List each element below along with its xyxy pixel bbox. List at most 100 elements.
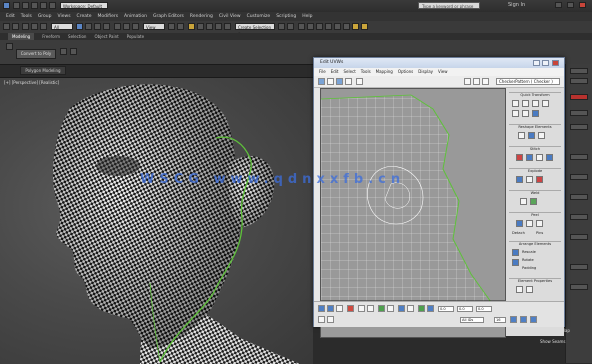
all-ids-dropdown[interactable]: All IDs — [460, 317, 484, 323]
named-selection-dropdown[interactable]: Create Selection Se — [235, 23, 275, 37]
zoom-icon[interactable] — [510, 316, 517, 323]
menu-item-edit[interactable]: Edit — [6, 12, 15, 21]
edit-named-selection-icon[interactable] — [224, 23, 231, 30]
menu-item-animation[interactable]: Animation — [124, 12, 147, 21]
uvw-menu-item-tools[interactable]: Tools — [361, 68, 371, 76]
move-icon[interactable] — [318, 78, 325, 85]
curve-editor-icon[interactable] — [316, 23, 323, 30]
angle-snap-icon[interactable] — [197, 23, 204, 30]
polygon-modeling-panel-label[interactable]: Polygon Modeling — [20, 66, 66, 75]
lock-selection-icon[interactable] — [418, 305, 425, 312]
scale-icon[interactable] — [132, 23, 139, 30]
uvw-minimize-button[interactable] — [533, 60, 540, 66]
panel-button[interactable] — [570, 234, 588, 240]
uvw-menu-item-display[interactable]: Display — [418, 68, 433, 76]
convert-to-poly-button[interactable]: Convert to Poly — [16, 49, 56, 59]
rescale-option[interactable]: Rescale — [522, 250, 536, 254]
peel-icon[interactable] — [526, 220, 533, 227]
pins-option[interactable]: Pins — [536, 231, 543, 235]
menu-item-views[interactable]: Views — [58, 12, 71, 21]
ribbon-tab-populate[interactable]: Populate — [127, 33, 144, 40]
link-icon[interactable] — [22, 23, 29, 30]
ribbon-tab-object-paint[interactable]: Object Paint — [94, 33, 118, 40]
uvw-menu-item-mapping[interactable]: Mapping — [376, 68, 393, 76]
search-input[interactable]: Type a keyword or phrase — [418, 2, 480, 9]
uvw-menu-item-select[interactable]: Select — [343, 68, 355, 76]
panel-button[interactable] — [570, 284, 588, 290]
menu-item-civil-view[interactable]: Civil View — [219, 12, 241, 21]
explode-icon[interactable] — [536, 176, 543, 183]
menu-item-customize[interactable]: Customize — [247, 12, 271, 21]
grow-icon[interactable] — [358, 305, 365, 312]
selection-filter-dropdown[interactable]: All — [51, 23, 73, 30]
weld-icon[interactable] — [520, 198, 527, 205]
align-icon[interactable] — [532, 100, 539, 107]
uvw-menu-item-view[interactable]: View — [438, 68, 448, 76]
ring-icon[interactable] — [387, 305, 394, 312]
unlink-icon[interactable] — [31, 23, 38, 30]
undo-icon[interactable] — [40, 2, 47, 9]
undo-icon[interactable] — [3, 23, 10, 30]
texture-map-dropdown[interactable]: CheckerPattern ( Checker ) — [496, 78, 560, 85]
minimize-button[interactable] — [555, 2, 562, 8]
app-logo-icon[interactable] — [3, 2, 10, 9]
ribbon-tool-icon[interactable] — [70, 48, 77, 55]
menu-item-graph-editors[interactable]: Graph Editors — [153, 12, 184, 21]
selection-filter-icon[interactable] — [318, 316, 325, 323]
percent-snap-icon[interactable] — [206, 23, 213, 30]
weld-icon[interactable] — [530, 198, 537, 205]
padding-option[interactable]: Padding — [522, 266, 536, 270]
explode-icon[interactable] — [516, 176, 523, 183]
reshape-elements-header[interactable]: Reshape Elements — [509, 124, 561, 130]
menu-item-rendering[interactable]: Rendering — [190, 12, 213, 21]
pin-icon[interactable] — [536, 220, 543, 227]
move-icon[interactable] — [114, 23, 121, 30]
snap-toggle-icon[interactable] — [188, 23, 195, 30]
reference-coordinate-dropdown[interactable]: View — [143, 23, 165, 30]
graphite-toggle-icon[interactable] — [307, 23, 314, 30]
peel-icon[interactable] — [516, 220, 523, 227]
spinner-snap-icon[interactable] — [215, 23, 222, 30]
material-editor-icon[interactable] — [334, 23, 341, 30]
pivot-icon[interactable] — [168, 23, 175, 30]
stitch-header[interactable]: Stitch — [509, 146, 561, 152]
layer-explorer-icon[interactable] — [298, 23, 305, 30]
align-icon[interactable] — [512, 100, 519, 107]
zoom-region-icon[interactable] — [520, 316, 527, 323]
select-element-icon[interactable] — [347, 305, 354, 312]
relax-settings-icon[interactable] — [538, 132, 545, 139]
create-tab[interactable] — [570, 68, 588, 74]
select-by-name-icon[interactable] — [85, 23, 92, 30]
space-icon[interactable] — [532, 110, 539, 117]
panel-button[interactable] — [570, 174, 588, 180]
element-properties-header[interactable]: Element Properties — [509, 278, 561, 284]
face-mode-icon[interactable] — [336, 305, 343, 312]
uvw-menu-item-edit[interactable]: Edit — [331, 68, 339, 76]
w-coordinate-field[interactable]: 0.0 — [476, 306, 492, 312]
polygon-modeling-icon[interactable] — [6, 43, 13, 50]
panel-button[interactable] — [570, 124, 588, 130]
vertex-mode-icon[interactable] — [318, 305, 325, 312]
render-production-icon[interactable] — [361, 23, 368, 30]
uvw-menu-item-options[interactable]: Options — [398, 68, 413, 76]
menu-item-create[interactable]: Create — [77, 12, 92, 21]
ribbon-tool-icon[interactable] — [60, 48, 67, 55]
weld-header[interactable]: Weld — [509, 190, 561, 196]
pan-icon[interactable] — [427, 305, 434, 312]
scale-icon[interactable] — [336, 78, 343, 85]
zoom-extents-icon[interactable] — [530, 316, 537, 323]
rotate-option[interactable]: Rotate — [522, 258, 534, 262]
rotate-icon[interactable] — [123, 23, 130, 30]
u-coordinate-field[interactable]: 0.0 — [438, 306, 454, 312]
arrange-elements-header[interactable]: Arrange Elements — [509, 241, 561, 247]
workspace-dropdown[interactable]: Workspace: Default — [60, 2, 108, 9]
peel-header[interactable]: Peel — [509, 212, 561, 218]
redo-icon[interactable] — [49, 2, 56, 9]
panel-button[interactable] — [570, 264, 588, 270]
new-file-icon[interactable] — [13, 2, 20, 9]
freeform-icon[interactable] — [345, 78, 352, 85]
ribbon-tab-freeform[interactable]: Freeform — [42, 33, 60, 40]
zoom-field[interactable]: 16 — [494, 317, 506, 323]
region-select-icon[interactable] — [94, 23, 101, 30]
select-object-icon[interactable] — [76, 23, 83, 30]
